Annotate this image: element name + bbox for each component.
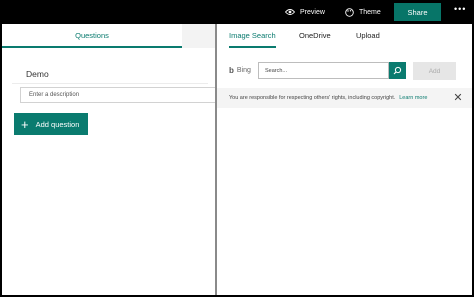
tab-onedrive[interactable]: OneDrive: [299, 31, 331, 40]
image-search-input[interactable]: Search...: [258, 62, 389, 79]
insert-image-panel: Image Search OneDrive Upload b Bing Sear…: [217, 24, 472, 295]
form-editor-panel: Questions Demo Enter a description + Add…: [2, 24, 217, 295]
plus-icon: +: [21, 116, 29, 132]
preview-label: Preview: [300, 8, 325, 16]
theme-button[interactable]: Theme: [345, 0, 381, 24]
theme-label: Theme: [359, 8, 381, 16]
add-question-label: Add question: [35, 119, 80, 129]
tab-responses[interactable]: [184, 24, 215, 48]
add-question-button[interactable]: + Add question: [14, 113, 88, 135]
copyright-notice: You are responsible for respecting other…: [217, 88, 472, 108]
add-image-button[interactable]: Add: [413, 62, 456, 80]
palette-icon: [345, 7, 354, 17]
learn-more-link[interactable]: Learn more: [399, 95, 427, 101]
tab-upload[interactable]: Upload: [356, 31, 380, 40]
preview-button[interactable]: Preview: [285, 0, 325, 24]
share-button[interactable]: Share: [394, 3, 441, 21]
search-button[interactable]: [389, 62, 406, 79]
top-bar: Preview Theme Share •••: [0, 0, 474, 24]
notice-text: You are responsible for respecting other…: [229, 95, 396, 101]
form-description-field[interactable]: Enter a description: [20, 87, 217, 103]
form-title-field[interactable]: Demo: [12, 64, 208, 84]
bing-logo: b Bing: [229, 66, 251, 75]
tab-image-search[interactable]: Image Search: [229, 31, 276, 48]
editor-tabs: Questions: [2, 24, 215, 48]
more-options-icon[interactable]: •••: [454, 0, 466, 22]
eye-icon: [285, 9, 295, 15]
bing-icon: b: [229, 66, 234, 75]
bing-label: Bing: [236, 67, 251, 74]
close-icon[interactable]: ✕: [451, 91, 465, 105]
tab-questions[interactable]: Questions: [2, 24, 182, 48]
search-icon: [393, 66, 402, 75]
